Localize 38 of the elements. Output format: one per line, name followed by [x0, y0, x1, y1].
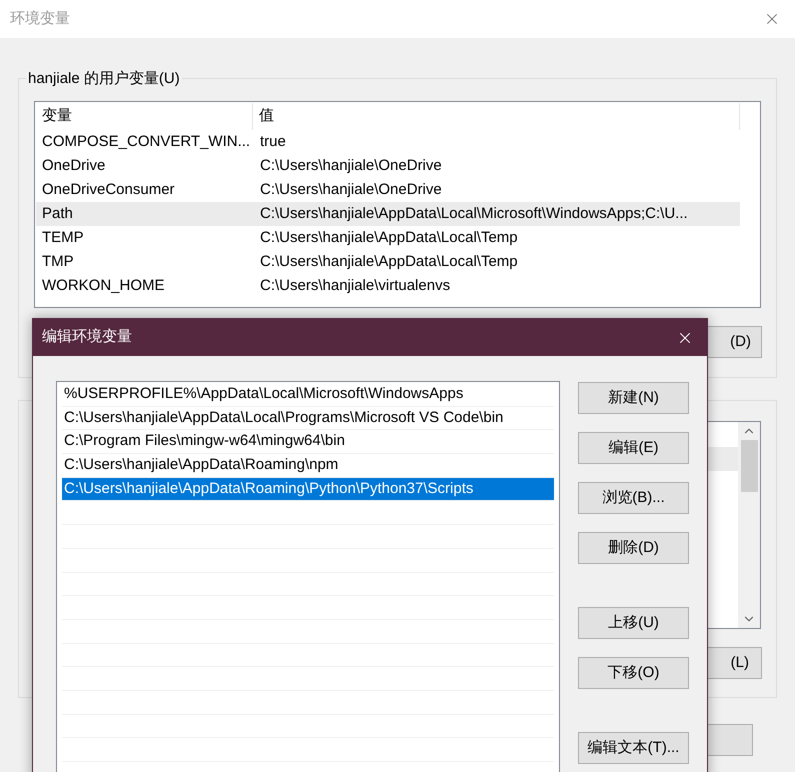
table-row[interactable]: TMP C:\Users\hanjiale\AppData\Local\Temp	[36, 250, 740, 274]
variable-value: C:\Users\hanjiale\OneDrive	[259, 156, 442, 176]
path-item[interactable]: C:\Users\hanjiale\AppData\Local\Programs\Microsoft VS Code\bin	[62, 406, 554, 430]
table-row[interactable]: Path C:\Users\hanjiale\AppData\Local\Microsoft\WindowsApps;C:\U...	[36, 202, 740, 226]
dialog-button[interactable]: 浏览(B)...	[578, 482, 689, 514]
path-item[interactable]: C:\Users\hanjiale\AppData\Roaming\Python\Python37\Scripts	[62, 478, 554, 502]
table-row[interactable]: COMPOSE_CONVERT_WIN... true	[36, 130, 740, 154]
column-header[interactable]: 值	[253, 103, 740, 130]
variable-name: OneDrive	[41, 156, 106, 176]
dialog-button[interactable]: 编辑(E)	[578, 432, 689, 464]
dialog-button[interactable]: 新建(N)	[578, 382, 689, 414]
dialog-button[interactable]: 下移(O)	[578, 657, 689, 689]
variable-value: C:\Users\hanjiale\OneDrive	[259, 180, 442, 200]
table-row[interactable]: OneDrive C:\Users\hanjiale\OneDrive	[36, 154, 740, 178]
dialog-button[interactable]: 编辑文本(T)...	[578, 732, 689, 764]
path-item[interactable]: %USERPROFILE%\AppData\Local\Microsoft\WindowsApps	[62, 383, 554, 407]
column-header[interactable]: 变量	[36, 103, 253, 130]
variable-value: C:\Users\hanjiale\virtualenvs	[259, 276, 450, 296]
window-title: 环境变量	[10, 8, 70, 29]
path-item[interactable]: C:\Program Files\mingw-w64\mingw64\bin	[62, 430, 554, 454]
variable-value: C:\Users\hanjiale\AppData\Local\Temp	[259, 252, 518, 272]
variable-value: C:\Users\hanjiale\AppData\Local\Temp	[259, 228, 518, 248]
dialog-button[interactable]: 删除(D)	[578, 532, 689, 564]
scrollbar[interactable]	[738, 422, 760, 628]
variable-name: TMP	[41, 252, 75, 272]
table-row[interactable]: OneDriveConsumer C:\Users\hanjiale\OneDrive	[36, 178, 740, 202]
scrollbar-thumb[interactable]	[740, 440, 758, 492]
variable-name: Path	[41, 204, 74, 224]
variable-name: TEMP	[41, 228, 85, 248]
variable-name: WORKON_HOME	[41, 276, 166, 296]
variable-value: C:\Users\hanjiale\AppData\Local\Microsoft\WindowsApps;C:\U...	[259, 204, 688, 224]
table-row[interactable]: WORKON_HOME C:\Users\hanjiale\virtualenvs	[36, 274, 740, 298]
table-row[interactable]: TEMP C:\Users\hanjiale\AppData\Local\Temp	[36, 226, 740, 250]
dialog-button[interactable]: 上移(U)	[578, 607, 689, 639]
variable-name: COMPOSE_CONVERT_WIN...	[41, 132, 252, 152]
variable-name: OneDriveConsumer	[41, 180, 176, 200]
variable-value: true	[259, 132, 286, 152]
dialog-title: 编辑环境变量	[42, 327, 132, 348]
